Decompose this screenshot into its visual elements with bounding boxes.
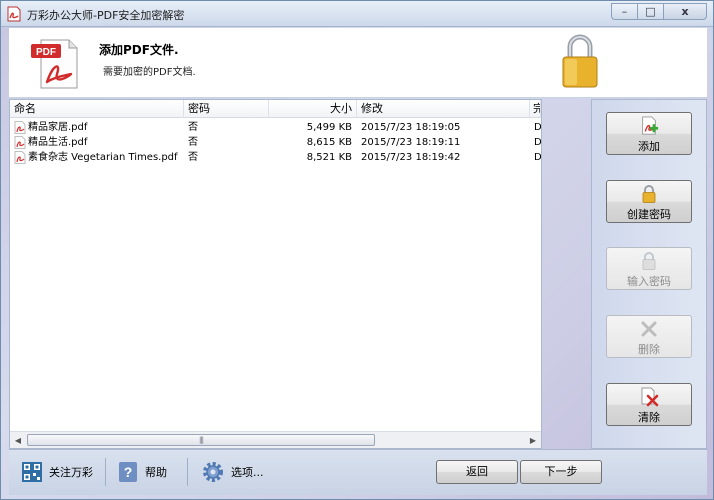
file-name-cell: 素食杂志 Vegetarian Times.pdf xyxy=(14,150,186,165)
toolbar-divider xyxy=(187,458,188,486)
pdf-badge-text: PDF xyxy=(36,47,56,58)
window-title: 万彩办公大师-PDF安全加密解密 xyxy=(27,9,185,22)
modified-cell: 2015/7/23 18:19:42 xyxy=(361,152,461,163)
table-row[interactable]: 素食杂志 Vegetarian Times.pdf 否 8,521 KB 201… xyxy=(10,150,541,165)
add-button[interactable]: 添加 xyxy=(606,112,692,155)
pdf-file-icon xyxy=(14,121,26,134)
modified-cell: 2015/7/23 18:19:11 xyxy=(361,137,461,148)
modified-cell: 2015/7/23 18:19:05 xyxy=(361,122,461,133)
column-header-modified[interactable]: 修改 xyxy=(357,100,530,118)
window-controls: – □ x xyxy=(611,3,707,21)
action-panel: 添加 创建密码 输入密码 删除 清除 xyxy=(591,99,707,449)
x-icon xyxy=(641,321,657,337)
help-link[interactable]: ? 帮助 xyxy=(117,460,167,484)
svg-text:?: ? xyxy=(124,464,133,480)
extra-cell: D xyxy=(534,152,541,163)
file-name-cell: 精品家居.pdf xyxy=(14,120,186,135)
column-header-password[interactable]: 密码 xyxy=(184,100,269,118)
clear-label: 清除 xyxy=(638,411,660,424)
options-label: 选项... xyxy=(231,466,264,479)
back-button[interactable]: 返回 xyxy=(436,460,518,484)
size-cell: 5,499 KB xyxy=(306,122,352,133)
maximize-button[interactable]: □ xyxy=(637,3,663,20)
follow-label: 关注万彩 xyxy=(49,466,93,479)
add-button-label: 添加 xyxy=(638,140,660,153)
file-name: 精品生活.pdf xyxy=(28,137,88,148)
clear-icon xyxy=(641,387,659,407)
size-cell: 8,521 KB xyxy=(306,152,352,163)
follow-link[interactable]: 关注万彩 xyxy=(21,460,93,484)
enter-password-label: 输入密码 xyxy=(627,275,671,288)
options-link[interactable]: 选项... xyxy=(201,460,264,484)
extra-cell: D xyxy=(534,122,541,133)
pdf-file-icon xyxy=(14,136,26,149)
table-header: 命名 密码 大小 修改 完 xyxy=(10,100,541,118)
horizontal-scrollbar[interactable]: ◀ ||| ▶ xyxy=(10,431,541,448)
file-name-cell: 精品生活.pdf xyxy=(14,135,186,150)
help-icon: ? xyxy=(119,462,137,482)
password-cell: 否 xyxy=(188,137,198,148)
padlock-icon xyxy=(562,34,598,88)
create-password-label: 创建密码 xyxy=(627,208,671,221)
wizard-header: PDF 添加PDF文件. 需要加密的PDF文档. xyxy=(9,28,707,98)
lock-icon xyxy=(642,252,656,270)
size-cell: 8,615 KB xyxy=(306,137,352,148)
scroll-left-arrow[interactable]: ◀ xyxy=(10,432,26,448)
lock-icon xyxy=(642,185,656,203)
password-cell: 否 xyxy=(188,122,198,133)
table-row[interactable]: 精品生活.pdf 否 8,615 KB 2015/7/23 18:19:11 D xyxy=(10,135,541,150)
file-name: 素食杂志 Vegetarian Times.pdf xyxy=(28,152,178,163)
close-button[interactable]: x xyxy=(663,3,707,20)
next-button[interactable]: 下一步 xyxy=(520,460,602,484)
help-label: 帮助 xyxy=(145,466,167,479)
create-password-button[interactable]: 创建密码 xyxy=(606,180,692,223)
table-body: 精品家居.pdf 否 5,499 KB 2015/7/23 18:19:05 D… xyxy=(10,120,541,165)
file-name: 精品家居.pdf xyxy=(28,122,88,133)
scroll-right-arrow[interactable]: ▶ xyxy=(525,432,541,448)
delete-button[interactable]: 删除 xyxy=(606,315,692,358)
extra-cell: D xyxy=(534,137,541,148)
column-header-name[interactable]: 命名 xyxy=(10,100,184,118)
enter-password-button[interactable]: 输入密码 xyxy=(606,247,692,290)
qr-code-icon xyxy=(22,462,42,482)
header-title: 添加PDF文件. xyxy=(99,43,179,57)
title-bar[interactable]: 万彩办公大师-PDF安全加密解密 – □ x xyxy=(1,1,713,27)
pdf-file-icon xyxy=(14,151,26,164)
pdf-file-icon: PDF xyxy=(31,39,78,89)
clear-button[interactable]: 清除 xyxy=(606,383,692,426)
file-table[interactable]: 命名 密码 大小 修改 完 精品家居.pdf 否 5,499 KB 2015/7… xyxy=(9,99,542,449)
minimize-button[interactable]: – xyxy=(611,3,637,20)
pdf-app-icon xyxy=(7,6,21,22)
scrollbar-thumb[interactable]: ||| xyxy=(27,434,375,446)
toolbar-divider xyxy=(105,458,106,486)
gear-icon xyxy=(203,462,223,482)
column-header-size[interactable]: 大小 xyxy=(269,100,357,118)
delete-label: 删除 xyxy=(638,343,660,356)
column-header-extra[interactable]: 完 xyxy=(530,100,541,118)
table-row[interactable]: 精品家居.pdf 否 5,499 KB 2015/7/23 18:19:05 D xyxy=(10,120,541,135)
password-cell: 否 xyxy=(188,152,198,163)
add-file-icon xyxy=(642,116,659,135)
app-window: 万彩办公大师-PDF安全加密解密 – □ x PDF 添加PDF文件. 需要加密… xyxy=(0,0,714,500)
header-subtitle: 需要加密的PDF文档. xyxy=(103,67,196,78)
bottom-toolbar: 关注万彩 ? 帮助 选项... 返回 下一步 xyxy=(9,449,707,495)
